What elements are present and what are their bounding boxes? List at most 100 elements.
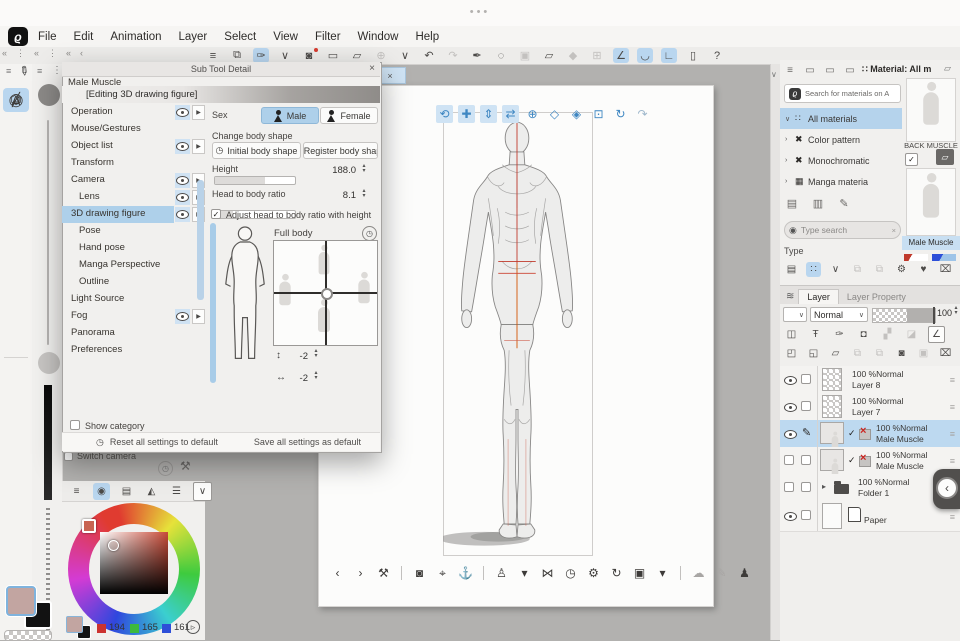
dialog-category[interactable]: Lens ▶ bbox=[62, 189, 206, 206]
new-canvas-icon[interactable]: ▭ bbox=[325, 48, 341, 63]
intermediate-color-tab[interactable]: ☰ bbox=[168, 483, 185, 500]
tree-all-materials[interactable]: ∨ ∷ All materials bbox=[780, 108, 902, 129]
preview-scrollbar[interactable] bbox=[210, 223, 216, 383]
grip-icon[interactable]: ≡ bbox=[950, 456, 955, 466]
delete-folder-icon[interactable]: ▥ bbox=[810, 196, 826, 211]
material-item-label[interactable]: Male Muscle bbox=[902, 236, 960, 250]
adjust-ratio-checkbox[interactable]: ✓ bbox=[211, 209, 221, 219]
pose-scanner-icon[interactable]: ♟ bbox=[737, 566, 752, 581]
vertical-offset-value[interactable]: -2 bbox=[290, 351, 308, 362]
dialog-category[interactable]: Fog ▶ bbox=[62, 308, 206, 325]
layer-checkbox[interactable] bbox=[801, 482, 811, 492]
dialog-category[interactable]: Manga Perspective ▶ bbox=[62, 257, 206, 274]
list-view-icon[interactable]: ▤ bbox=[784, 262, 799, 277]
reset-body-icon[interactable]: ⚙ bbox=[586, 566, 601, 581]
camera-angle-icon[interactable]: ◙ bbox=[412, 566, 427, 581]
heart-icon[interactable]: ♥ bbox=[916, 262, 931, 277]
prev-figure-icon[interactable]: ‹ bbox=[330, 566, 345, 581]
apply-mask-icon[interactable]: ▣ bbox=[916, 346, 931, 361]
grid-view-icon[interactable]: ∷ bbox=[806, 262, 821, 277]
frame-border-tool[interactable]: ⊿ bbox=[3, 88, 29, 112]
layer-mask-icon[interactable]: ◙ bbox=[894, 346, 909, 361]
visibility-checkbox[interactable] bbox=[784, 455, 794, 465]
ruler-off-icon[interactable]: ∠ bbox=[928, 326, 945, 343]
grip-icon[interactable]: ≡ bbox=[950, 512, 955, 522]
dialog-category[interactable]: Transform ▶ bbox=[62, 155, 206, 172]
tonal-correction-icon[interactable]: Ŧ bbox=[808, 327, 823, 342]
eye-icon[interactable] bbox=[784, 430, 797, 439]
horizontal-offset-value[interactable]: -2 bbox=[290, 373, 308, 384]
switch-camera-checkbox[interactable] bbox=[64, 452, 73, 461]
mask-off-icon[interactable]: ◪ bbox=[904, 327, 919, 342]
tree-chevron-icon[interactable]: ∨ bbox=[785, 115, 795, 123]
expand-arrow-icon[interactable]: ▶ bbox=[192, 309, 205, 324]
type-search-box[interactable]: ◉ Type search × bbox=[784, 221, 901, 239]
tablet-icon[interactable]: ▯ bbox=[685, 48, 701, 63]
layer-checkbox[interactable] bbox=[801, 401, 811, 411]
layer-thumbnail[interactable] bbox=[822, 395, 842, 418]
layer-thumbnail[interactable] bbox=[822, 503, 842, 529]
sv-selector[interactable] bbox=[108, 540, 119, 551]
separator[interactable] bbox=[680, 566, 681, 580]
fill-icon[interactable]: ◆ bbox=[565, 48, 581, 63]
fit-view-icon[interactable]: ⌖ bbox=[435, 566, 450, 581]
copy-material-icon[interactable]: ⧉ bbox=[850, 262, 865, 277]
chevron-down-icon[interactable]: ∨ bbox=[277, 48, 293, 63]
ground-level-icon[interactable]: ⚓ bbox=[458, 566, 473, 581]
panel-tab-icon[interactable]: ▭ bbox=[803, 63, 817, 78]
camera-zoom-icon[interactable]: ⇕ bbox=[480, 105, 497, 123]
collapse-icon[interactable]: « bbox=[2, 48, 7, 59]
opacity-slider[interactable] bbox=[872, 308, 936, 323]
layer-checkbox[interactable] bbox=[801, 374, 811, 384]
lock-icon[interactable]: ◘ bbox=[856, 327, 871, 342]
tree-chevron-icon[interactable]: › bbox=[785, 136, 795, 143]
eye-icon[interactable] bbox=[175, 173, 190, 188]
opacity-value[interactable]: 100 bbox=[937, 308, 952, 318]
material-selected-checkbox[interactable]: ✓ bbox=[905, 153, 918, 166]
dialog-category[interactable]: 3D drawing figure ▶ bbox=[62, 206, 206, 223]
tab-layer-property[interactable]: Layer Property bbox=[839, 290, 914, 304]
snap-special-ruler-icon[interactable]: ◡ bbox=[637, 48, 653, 63]
wrench-icon[interactable]: ⚒ bbox=[180, 459, 191, 473]
chevron-down-icon[interactable]: ∨ bbox=[397, 48, 413, 63]
panel-pull-handle[interactable]: ‹ bbox=[933, 469, 960, 509]
new-layer-dialog-icon[interactable]: ◱ bbox=[806, 346, 821, 361]
dialog-category[interactable]: Operation ▶ bbox=[62, 104, 206, 121]
mini-foreground-swatch[interactable] bbox=[66, 616, 83, 633]
color-set-tab[interactable]: ◭ bbox=[143, 483, 160, 500]
camera-reset-icon[interactable]: ↷ bbox=[634, 105, 651, 123]
open-material-icon[interactable]: ▱ bbox=[936, 149, 954, 165]
tree-monochromatic[interactable]: › ✖ Monochromatic bbox=[780, 150, 902, 171]
snap-ruler-icon[interactable]: ∠ bbox=[613, 48, 629, 63]
register-figure-icon[interactable]: ♙ bbox=[494, 566, 509, 581]
merge-layer-icon[interactable]: ⧉ bbox=[872, 346, 887, 361]
layer-row[interactable]: 100 %Normal Layer 7 ≡ bbox=[780, 393, 960, 421]
foreground-color-swatch[interactable] bbox=[6, 586, 36, 616]
dialog-category[interactable]: Object list ▶ bbox=[62, 138, 206, 155]
trash-icon[interactable]: ⌧ bbox=[938, 262, 953, 277]
rename-folder-icon[interactable]: ✎ bbox=[836, 196, 852, 211]
undo-icon[interactable]: ↶ bbox=[421, 48, 437, 63]
open-file-icon[interactable]: ▱ bbox=[349, 48, 365, 63]
dialog-category[interactable]: Light Source ▶ bbox=[62, 291, 206, 308]
panel-tab-icon[interactable]: ▭ bbox=[823, 63, 837, 78]
tab-layer[interactable]: Layer bbox=[798, 289, 839, 304]
layer-row[interactable]: Paper ≡ bbox=[780, 501, 960, 532]
menu-window[interactable]: Window bbox=[358, 31, 399, 43]
object-move-icon[interactable]: ⊕ bbox=[524, 105, 541, 123]
chevron-down-icon[interactable]: ∨ bbox=[828, 262, 843, 277]
grip-icon[interactable]: ≡ bbox=[950, 402, 955, 412]
expand-arrow-icon[interactable]: ▶ bbox=[192, 105, 205, 120]
density-slider[interactable] bbox=[44, 385, 52, 500]
hamburger-icon[interactable]: ≡ bbox=[783, 63, 797, 78]
blend-mode-dropdown[interactable]: Normal∨ bbox=[810, 307, 868, 322]
collapse-icon[interactable]: ⋮ bbox=[48, 48, 57, 59]
gear-icon[interactable]: ⚙ bbox=[894, 262, 909, 277]
clip-below-icon[interactable]: ◫ bbox=[784, 327, 799, 342]
slider-settings-icon[interactable]: ⋮ bbox=[52, 65, 62, 76]
hamburger-icon[interactable]: ≡ bbox=[68, 483, 85, 500]
color-slider-tab[interactable]: ▤ bbox=[118, 483, 135, 500]
tree-chevron-icon[interactable]: › bbox=[785, 157, 795, 164]
dialog-category[interactable]: Preferences ▶ bbox=[62, 342, 206, 359]
show-category-checkbox[interactable] bbox=[70, 420, 80, 430]
